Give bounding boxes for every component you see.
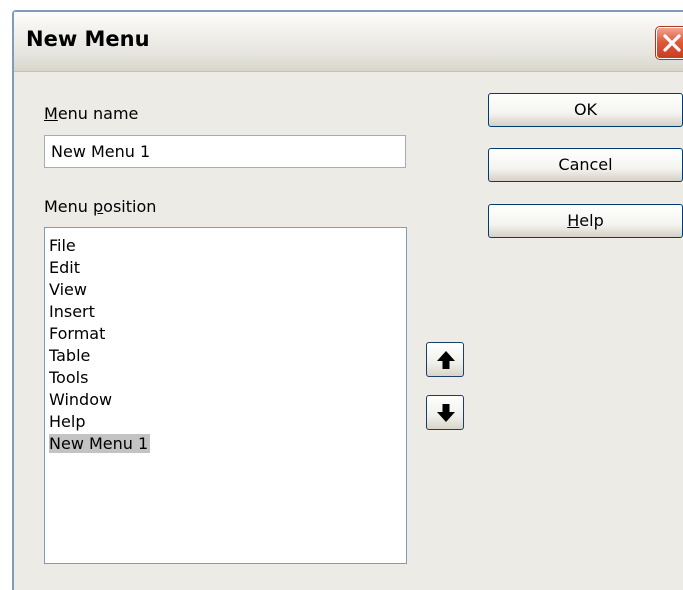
cancel-button[interactable]: Cancel (488, 148, 683, 182)
new-menu-dialog: New Menu Menu name New Menu 1 Menu posit… (12, 10, 683, 590)
list-item-insert[interactable]: Insert (45, 301, 406, 323)
close-icon (663, 34, 681, 52)
menu-position-list[interactable]: File Edit View Insert Format Table Tools… (44, 227, 407, 564)
list-item-view[interactable]: View (45, 279, 406, 301)
menu-name-label: Menu name (44, 104, 139, 123)
list-item-window[interactable]: Window (45, 389, 406, 411)
list-item-edit[interactable]: Edit (45, 257, 406, 279)
list-item-file[interactable]: File (45, 235, 406, 257)
menu-name-input[interactable]: New Menu 1 (44, 135, 406, 168)
ok-button[interactable]: OK (488, 93, 683, 127)
title-bar: New Menu (14, 12, 683, 72)
selected-item-label: New Menu 1 (49, 434, 151, 453)
list-item-tools[interactable]: Tools (45, 367, 406, 389)
list-item-new-menu-1[interactable]: New Menu 1 (45, 433, 406, 455)
move-down-button[interactable] (426, 395, 464, 430)
move-up-button[interactable] (426, 342, 464, 377)
list-item-help[interactable]: Help (45, 411, 406, 433)
dialog-title: New Menu (26, 27, 150, 51)
help-button[interactable]: Help (488, 204, 683, 238)
arrow-up-icon (437, 351, 455, 369)
close-button[interactable] (655, 26, 683, 60)
list-item-table[interactable]: Table (45, 345, 406, 367)
list-item-format[interactable]: Format (45, 323, 406, 345)
menu-position-label: Menu position (44, 197, 157, 216)
arrow-down-icon (437, 404, 455, 422)
